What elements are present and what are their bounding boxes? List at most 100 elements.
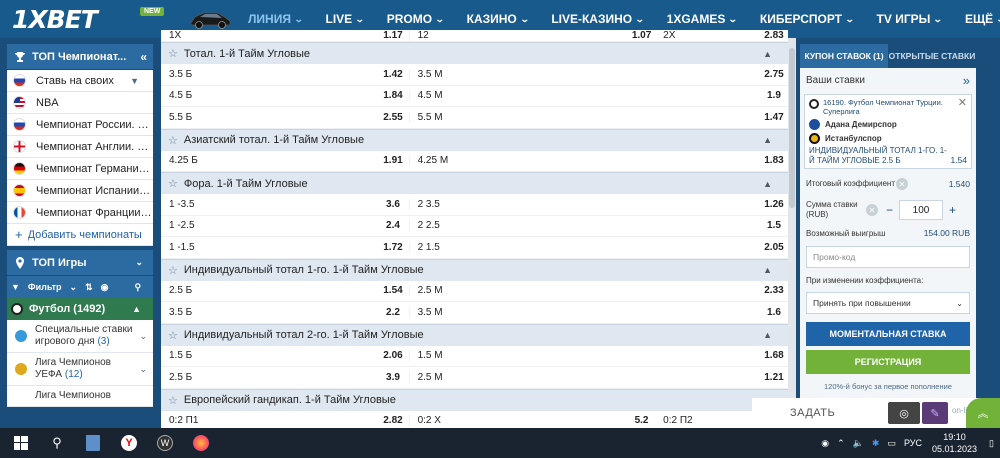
odds-button[interactable]: 5.2	[626, 415, 657, 426]
close-icon[interactable]: ✕	[896, 178, 908, 190]
odds-button[interactable]: 1.68	[760, 350, 788, 361]
market-header[interactable]: ☆ Индивидуальный тотал 2-го. 1-й Тайм Угл…	[161, 323, 788, 346]
odds-button[interactable]: 1.84	[377, 90, 408, 101]
ask-icon[interactable]: ◎	[888, 402, 920, 424]
tab-open-bets[interactable]: ОТКРЫТЫЕ СТАВКИ	[888, 44, 976, 68]
odds-button[interactable]: 1.5	[760, 220, 788, 231]
market-header[interactable]: ☆ Индивидуальный тотал 1-го. 1-й Тайм Угл…	[161, 258, 788, 281]
top-games-header[interactable]: ТОП Игры ⌄	[7, 250, 153, 276]
promo-code-input[interactable]: Промо-код	[806, 246, 970, 268]
odds-button[interactable]: 1.07	[626, 30, 657, 41]
odds-change-select[interactable]: Принять при повышении ⌄	[806, 292, 970, 314]
bluetooth-icon[interactable]: ✱	[872, 438, 880, 449]
star-icon[interactable]: ☆	[168, 134, 178, 147]
odds-button[interactable]: 2.82	[377, 415, 408, 426]
nav-tv-games[interactable]: TV ИГРЫ ⌄	[877, 12, 944, 26]
league-item[interactable]: Лига Чемпионов	[7, 386, 153, 407]
sidebar-item-champ[interactable]: Чемпионат Англии. П...	[7, 136, 153, 158]
odds-button[interactable]: 1.17	[377, 30, 408, 41]
odds-button[interactable]: 1.47	[760, 112, 788, 123]
odds-button[interactable]: 1.91	[377, 155, 408, 166]
sidebar-item-champ[interactable]: Чемпионат Германии...	[7, 158, 153, 180]
sidebar-item-champ[interactable]: NBA	[7, 92, 153, 114]
chevron-up-icon[interactable]: ︽	[966, 398, 1000, 428]
scrollbar[interactable]	[788, 38, 796, 428]
odds-button[interactable]: 1.9	[760, 90, 788, 101]
market-header[interactable]: ☆ Фора. 1-й Тайм Угловые ▲	[161, 172, 788, 194]
odds-button[interactable]: 1.83	[760, 155, 788, 166]
market-header[interactable]: ☆ Тотал. 1-й Тайм Угловые ▲	[161, 42, 788, 64]
star-icon[interactable]: ☆	[168, 177, 178, 190]
nav-promo[interactable]: PROMO ⌄	[387, 12, 445, 26]
sidebar-item-champ[interactable]: Ставь на своих ▼	[7, 70, 153, 92]
sidebar-item-champ[interactable]: Чемпионат Испании. ...	[7, 180, 153, 202]
sidebar-item-champ[interactable]: Чемпионат Франции. ...	[7, 202, 153, 224]
star-icon[interactable]: ☆	[168, 394, 178, 407]
odds-button[interactable]: 1.42	[377, 69, 408, 80]
sport-football[interactable]: Футбол (1492) ▲	[7, 298, 153, 320]
nav-more[interactable]: ЕЩЁ⌄	[965, 12, 1000, 26]
chevron-up-icon[interactable]: ▲	[763, 179, 772, 189]
chevron-up-icon[interactable]: ▲	[763, 135, 772, 145]
chevron-up-icon[interactable]: ▲	[763, 49, 772, 59]
chevron-up-icon[interactable]: ▲	[763, 330, 772, 340]
yandex-browser-icon[interactable]: Y	[116, 432, 142, 454]
odds-button[interactable]: 2.2	[377, 307, 408, 318]
odds-button[interactable]: 2.06	[377, 350, 408, 361]
stake-plus-button[interactable]: +	[949, 203, 956, 217]
firefox-icon[interactable]	[188, 432, 214, 454]
nav-line[interactable]: ЛИНИЯ ⌄	[248, 12, 304, 26]
notification-center-icon[interactable]: ▯	[989, 438, 994, 449]
odds-button[interactable]: 2.55	[377, 112, 408, 123]
star-icon[interactable]: ☆	[168, 47, 178, 60]
app-icon[interactable]: W	[152, 432, 178, 454]
nav-live[interactable]: LIVE ⌄	[326, 12, 365, 26]
close-icon[interactable]: ✕	[866, 204, 878, 216]
logo[interactable]: 1XBET	[0, 0, 120, 38]
collapse-icon[interactable]: »	[963, 73, 970, 88]
market-header[interactable]: ☆ Азиатский тотал. 1-й Тайм Угловые ▲	[161, 128, 788, 151]
add-championships-button[interactable]: + Добавить чемпионаты	[7, 224, 153, 246]
nav-1xgames[interactable]: 1XGAMES ⌄	[667, 12, 738, 26]
odds-button[interactable]: 3.6	[377, 199, 408, 210]
chevron-up-icon[interactable]: ⌃	[837, 438, 845, 449]
nav-casino[interactable]: КАЗИНО ⌄	[467, 12, 530, 26]
filter-bar[interactable]: ▼ Фильтр ⌄ ⇅ ◉ ⚲	[7, 276, 153, 298]
car-icon[interactable]	[188, 7, 232, 31]
search-icon[interactable]: ⚲	[44, 432, 70, 454]
calculator-icon[interactable]	[80, 432, 106, 454]
feather-icon[interactable]: ✎	[922, 402, 948, 424]
odds-button[interactable]: 1.72	[377, 242, 408, 253]
sidebar-item-champ[interactable]: Чемпионат России. П...	[7, 114, 153, 136]
volume-icon[interactable]: 🔈	[853, 438, 864, 449]
odds-button[interactable]: 2.83	[760, 30, 788, 41]
star-icon[interactable]: ☆	[168, 264, 178, 277]
odds-button[interactable]: 1.6	[760, 307, 788, 318]
chevron-down-icon[interactable]: ⌄	[135, 257, 143, 268]
stake-minus-button[interactable]: −	[886, 203, 893, 217]
odds-button[interactable]: 2.05	[760, 242, 788, 253]
star-icon[interactable]: ☆	[168, 329, 178, 342]
odds-button[interactable]: 2.75	[760, 69, 788, 80]
close-icon[interactable]: ✕	[958, 98, 967, 109]
collapse-sidebar-icon[interactable]: «	[140, 50, 147, 64]
instant-bet-button[interactable]: МОМЕНТАЛЬНАЯ СТАВКА	[806, 322, 970, 346]
windows-start-icon[interactable]	[8, 432, 34, 454]
notifications-icon[interactable]: ◉	[821, 438, 829, 449]
nav-esports[interactable]: КИБЕРСПОРТ ⌄	[760, 12, 855, 26]
language-indicator[interactable]: РУС	[904, 438, 922, 448]
stake-input[interactable]: 100	[899, 200, 944, 220]
sort-icon[interactable]: ⇅	[85, 282, 93, 293]
chat-widget[interactable]: ЗАДАТЬ ◎ ✎ on-line ︽	[752, 398, 1000, 428]
register-button[interactable]: РЕГИСТРАЦИЯ	[806, 350, 970, 374]
market-header[interactable]: ☆Европейский гандикап. 1-й Тайм Угловые▲	[161, 388, 788, 411]
odds-button[interactable]: 1.54	[377, 285, 408, 296]
league-item[interactable]: Лига Чемпионов УЕФА (12) ⌄	[7, 353, 153, 386]
league-item[interactable]: Специальные ставки игрового дня (3) ⌄	[7, 320, 153, 353]
chevron-up-icon[interactable]: ▲	[763, 265, 772, 275]
search-icon[interactable]: ⚲	[134, 282, 141, 293]
odds-button[interactable]: 1.21	[760, 372, 788, 383]
tab-bet-slip[interactable]: КУПОН СТАВОК (1)	[800, 44, 888, 68]
odds-button[interactable]: 2.4	[377, 220, 408, 231]
odds-button[interactable]: 2.33	[760, 285, 788, 296]
